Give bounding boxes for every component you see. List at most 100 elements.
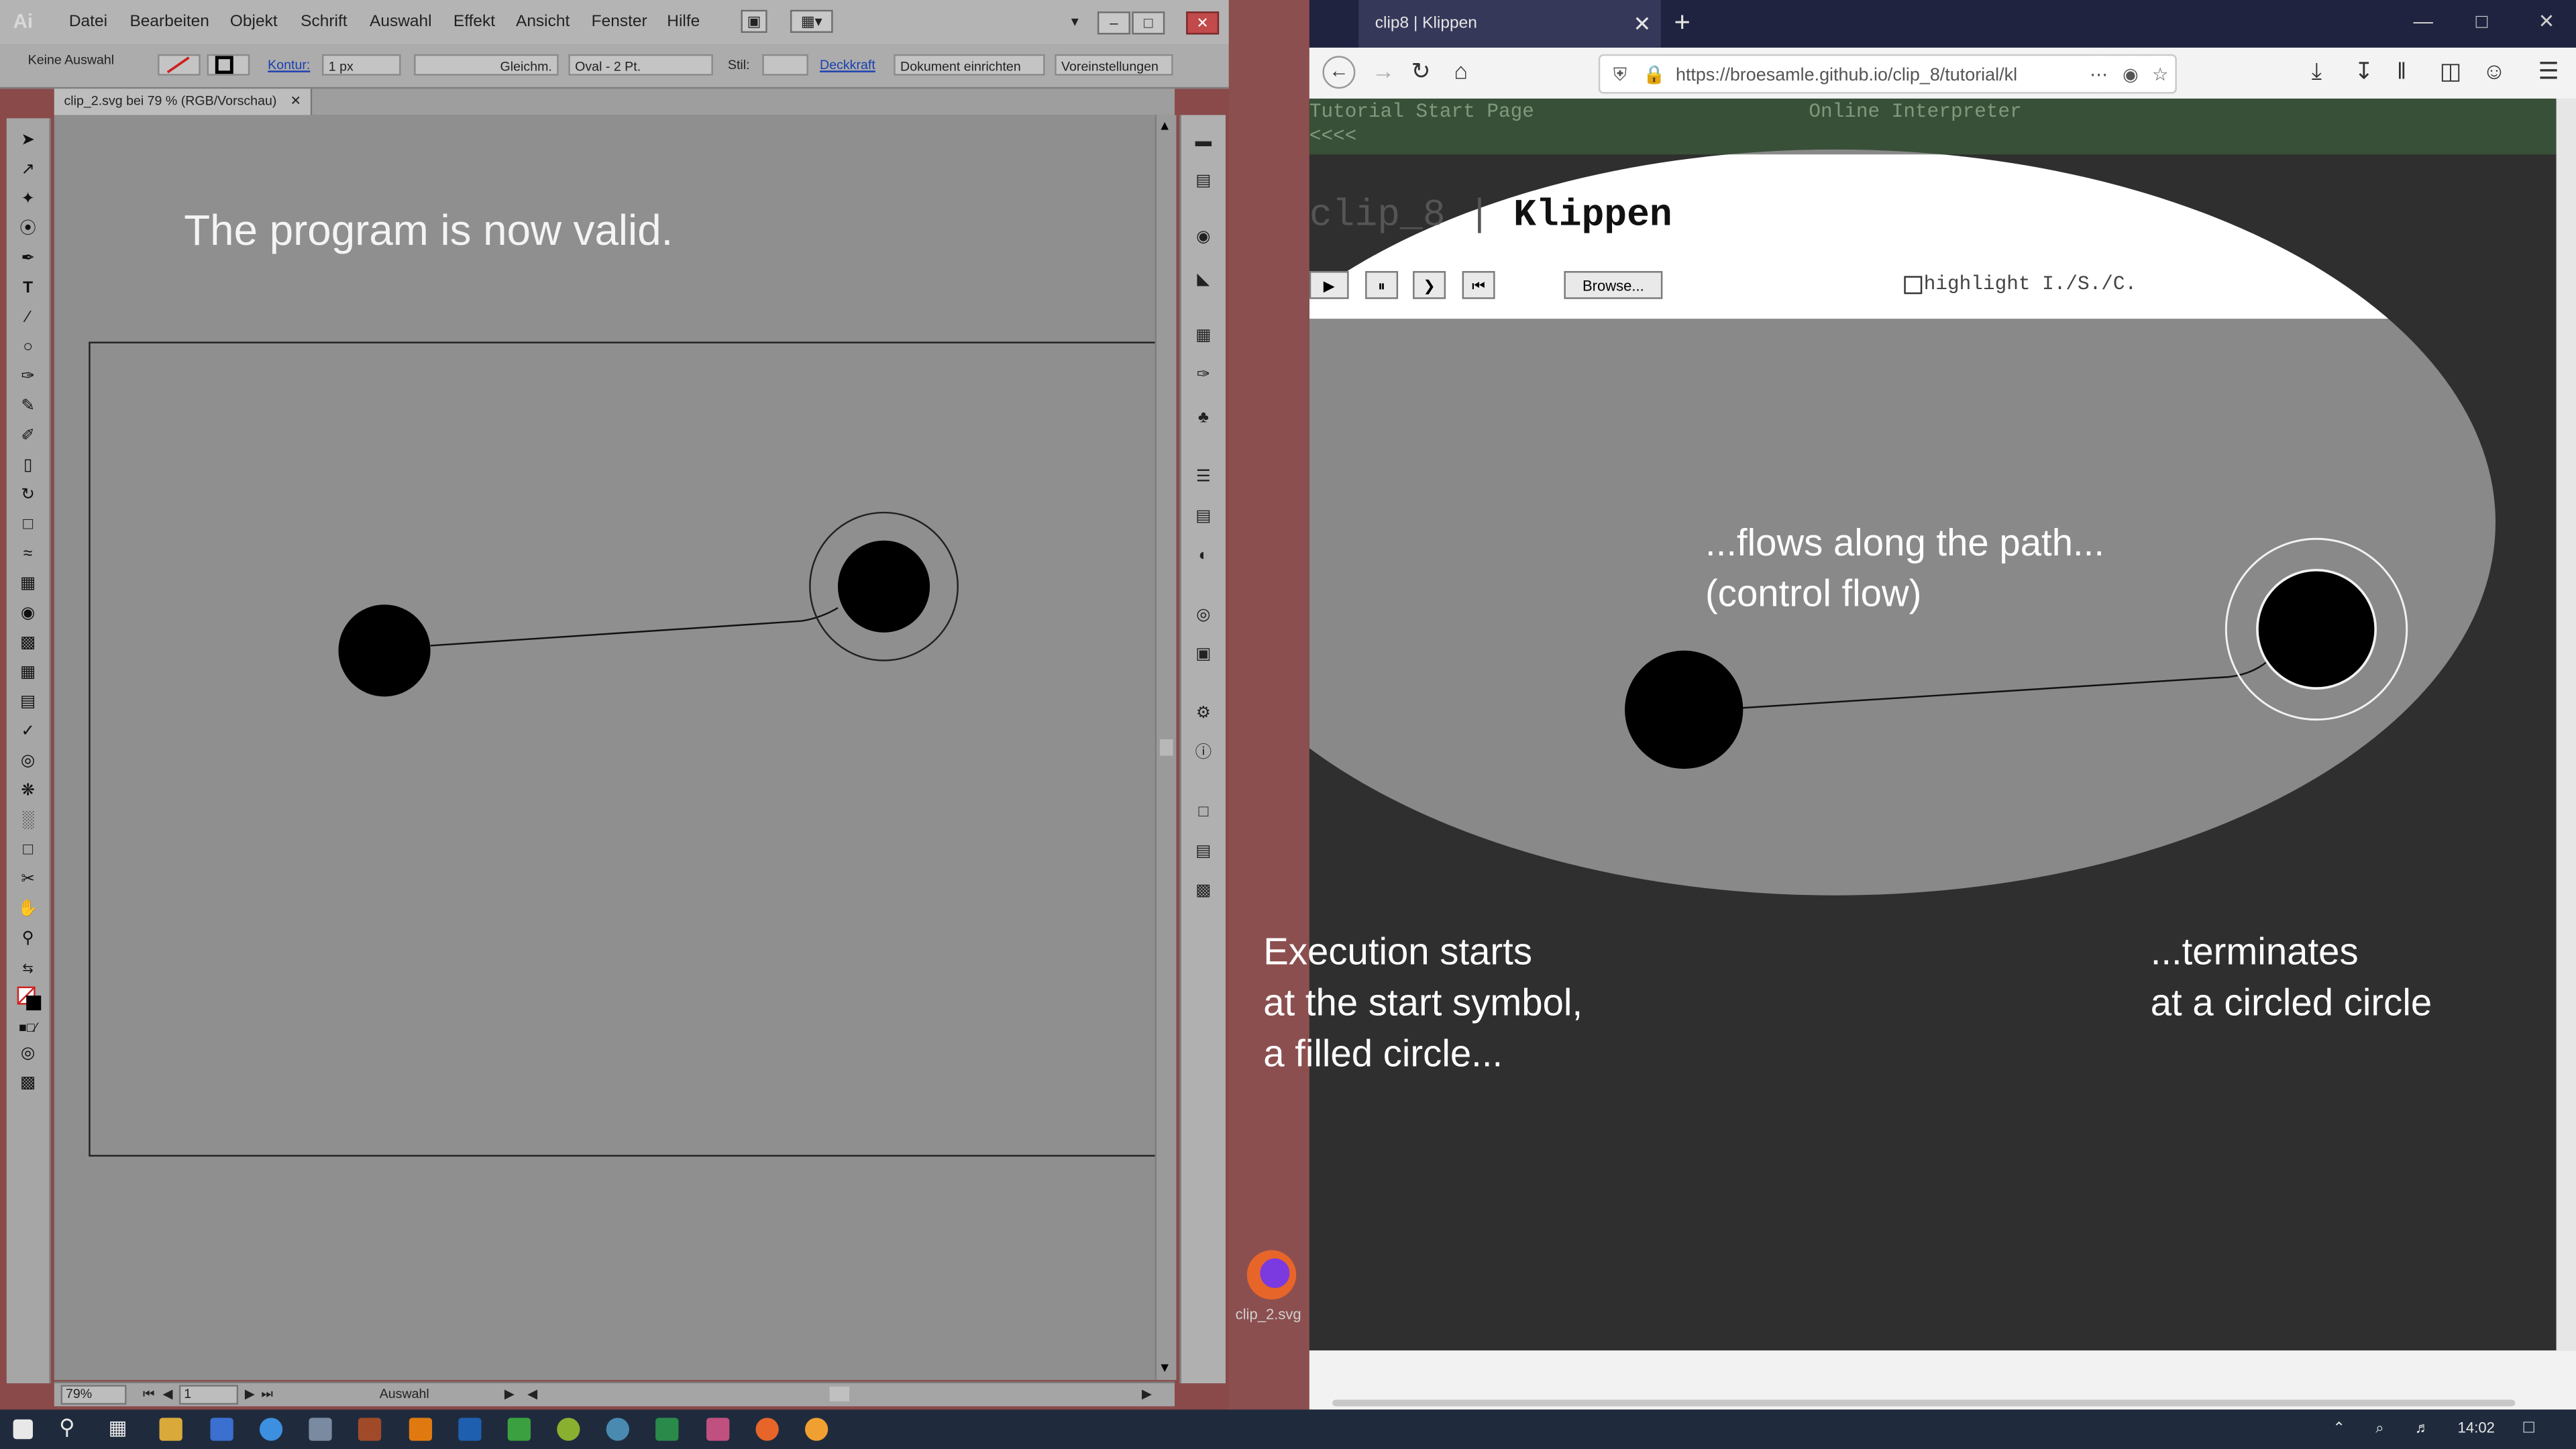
home-icon[interactable]: ⌂ [1454,58,1468,84]
prev-artboard-icon[interactable]: ◀ [162,1387,172,1401]
appearance-panel-icon[interactable]: ◎ [1193,607,1214,624]
scroll-down-icon[interactable]: ▼ [1159,1360,1171,1375]
caption-start: Execution starts at the start symbol, a … [1263,926,1582,1079]
scroll-up-icon[interactable]: ▲ [1159,118,1171,133]
browser-tab-title: clip8 | Klippen [1375,15,1477,33]
first-artboard-icon[interactable]: ⏮ [143,1387,155,1403]
brushes-panel-icon[interactable]: ✑ [1193,367,1214,384]
transform-panel-icon[interactable]: □ [1193,804,1214,821]
start-symbol[interactable] [338,604,431,697]
next-artboard-icon[interactable]: ▶ [245,1387,255,1401]
color-panel-icon[interactable]: ◉ [1193,229,1214,246]
symbols-panel-icon[interactable]: ♣ [1193,410,1214,427]
task-view-icon[interactable]: ▦ [109,1416,127,1439]
qgis-icon[interactable] [557,1417,580,1441]
desktop-file-label[interactable]: clip_2.svg [1236,1306,1301,1322]
tray-chevron-icon[interactable]: ⌃ [2333,1419,2345,1438]
pocket-icon[interactable]: ◉ [2123,56,2139,93]
save-icon[interactable] [210,1417,233,1441]
window-maximize-icon[interactable]: □ [2476,10,2488,33]
start-symbol[interactable] [1625,650,1743,769]
swatches-panel-icon[interactable]: ▦ [1193,328,1214,345]
explorer-icon[interactable] [159,1417,182,1441]
hscroll-thumb[interactable] [1332,1399,2516,1407]
caption-end: ...terminates at a circled circle [2151,926,2432,1028]
forward-icon[interactable]: → [1372,58,1395,84]
caption-end-line-1: ...terminates [2150,930,2359,973]
control-flow-path[interactable] [1739,676,2230,709]
caption-start-line-3: a filled circle... [1263,1031,1503,1075]
back-icon[interactable]: ← [1322,56,1356,89]
sidebar-icon[interactable]: ◫ [2440,58,2461,86]
bookmark-star-icon[interactable]: ☆ [2152,56,2169,93]
terminal-inner-circle[interactable] [837,540,930,633]
app-icon[interactable] [706,1417,730,1441]
page-vertical-scrollbar[interactable] [2556,98,2576,1351]
zoom-select[interactable]: 79% [60,1385,127,1405]
artboards-panel-icon[interactable]: ▤ [1193,173,1214,191]
settings-gear-icon[interactable]: ⚙ [1193,706,1214,722]
color-guide-icon[interactable]: ◣ [1193,272,1214,289]
downloads-icon[interactable]: ⤓ [2312,58,2322,86]
info-panel-icon[interactable]: ⓘ [1193,745,1214,762]
status-menu-icon[interactable]: ▶ [504,1387,515,1401]
account-icon[interactable]: ☺ [2482,58,2506,84]
search-icon[interactable]: ⚲ [59,1415,74,1441]
hscroll-left-icon[interactable]: ◀ [527,1387,537,1401]
network-icon[interactable]: ⌕ [2375,1419,2383,1438]
status-bar: 79% ⏮ ◀ 1 ▶ ⏭ Auswahl ▶ ◀ ▶ [54,1381,1175,1407]
caption-flow-line-1: ...flows along the path... [1705,521,2104,564]
page-horizontal-scrollbar[interactable] [1309,1350,2576,1410]
sync-icon[interactable] [259,1417,283,1441]
transparency-panel-icon[interactable]: ◐ [1193,548,1214,565]
url-bar[interactable]: ⛨ 🔒 https://broesamle.github.io/clip_8/t… [1598,54,2177,94]
app-icon[interactable] [309,1417,332,1441]
excel-icon[interactable] [655,1417,679,1441]
hscroll-thumb[interactable] [829,1386,850,1401]
notifications-icon[interactable]: □ [2524,1417,2534,1437]
canvas-vertical-scrollbar[interactable]: ▲ ▼ [1155,115,1177,1381]
browser-tab[interactable]: clip8 | Klippen ✕ [1358,0,1661,48]
app-icon[interactable] [358,1417,382,1441]
artboard-number[interactable]: 1 [178,1385,239,1405]
menu-icon[interactable]: ☰ [2538,58,2559,86]
stroke-panel-icon[interactable]: ☰ [1193,469,1214,486]
firefox-icon[interactable] [755,1417,779,1441]
hscroll-right-icon[interactable]: ▶ [1142,1387,1152,1401]
page-actions-icon[interactable]: ⋯ [2090,56,2108,93]
graphic-styles-icon[interactable]: ▣ [1193,647,1214,663]
align-panel-icon[interactable]: ▤ [1193,844,1214,861]
ai-program-drawing [338,511,959,697]
new-tab-icon[interactable]: + [1674,7,1690,40]
shield-icon[interactable]: ⛨ [1613,56,1627,92]
last-artboard-icon[interactable]: ⏭ [261,1387,273,1403]
terminal-inner-circle[interactable] [2256,568,2377,690]
caption-end-line-2: at a circled circle [2150,981,2432,1024]
pathfinder-panel-icon[interactable]: ▩ [1193,883,1214,900]
control-flow-path[interactable] [430,620,802,647]
app-icon[interactable] [606,1417,629,1441]
scroll-thumb[interactable] [1159,739,1173,756]
volume-icon[interactable]: ♬ [2415,1419,2430,1436]
layers-panel-icon[interactable]: ▬ [1193,134,1214,151]
tab-close-icon[interactable]: ✕ [1633,0,1652,48]
windows-taskbar: ⚲ ▦ ⌃ ⌕ ♬ 14:02 □ [0,1409,2576,1449]
caption-flow: ...flows along the path... (control flow… [1705,517,2104,619]
desktop-gap [1228,0,1309,1410]
firefox-tabstrip: clip8 | Klippen ✕ + — □ ✕ [1309,0,2576,48]
illustrator-icon[interactable] [409,1417,433,1441]
library-icon[interactable]: ‖ [2397,58,2406,84]
start-icon[interactable] [13,1419,33,1440]
chart-icon[interactable] [507,1417,531,1441]
firefox-navbar: ← → ↻ ⌂ ⛨ 🔒 https://broesamle.github.io/… [1309,48,2576,101]
app-icon[interactable] [805,1417,828,1441]
fx-program-drawing [1625,537,2408,769]
window-minimize-icon[interactable]: — [2414,10,2433,33]
reload-icon[interactable]: ↻ [1411,58,1431,86]
gradient-panel-icon[interactable]: ▤ [1193,508,1214,525]
url-text[interactable]: https://broesamle.github.io/clip_8/tutor… [1676,56,2017,92]
window-close-icon[interactable]: ✕ [2538,10,2555,33]
save-download-icon[interactable]: ↧ [2354,58,2373,86]
photoshop-icon[interactable] [458,1417,482,1441]
clock[interactable]: 14:02 [2458,1419,2495,1436]
